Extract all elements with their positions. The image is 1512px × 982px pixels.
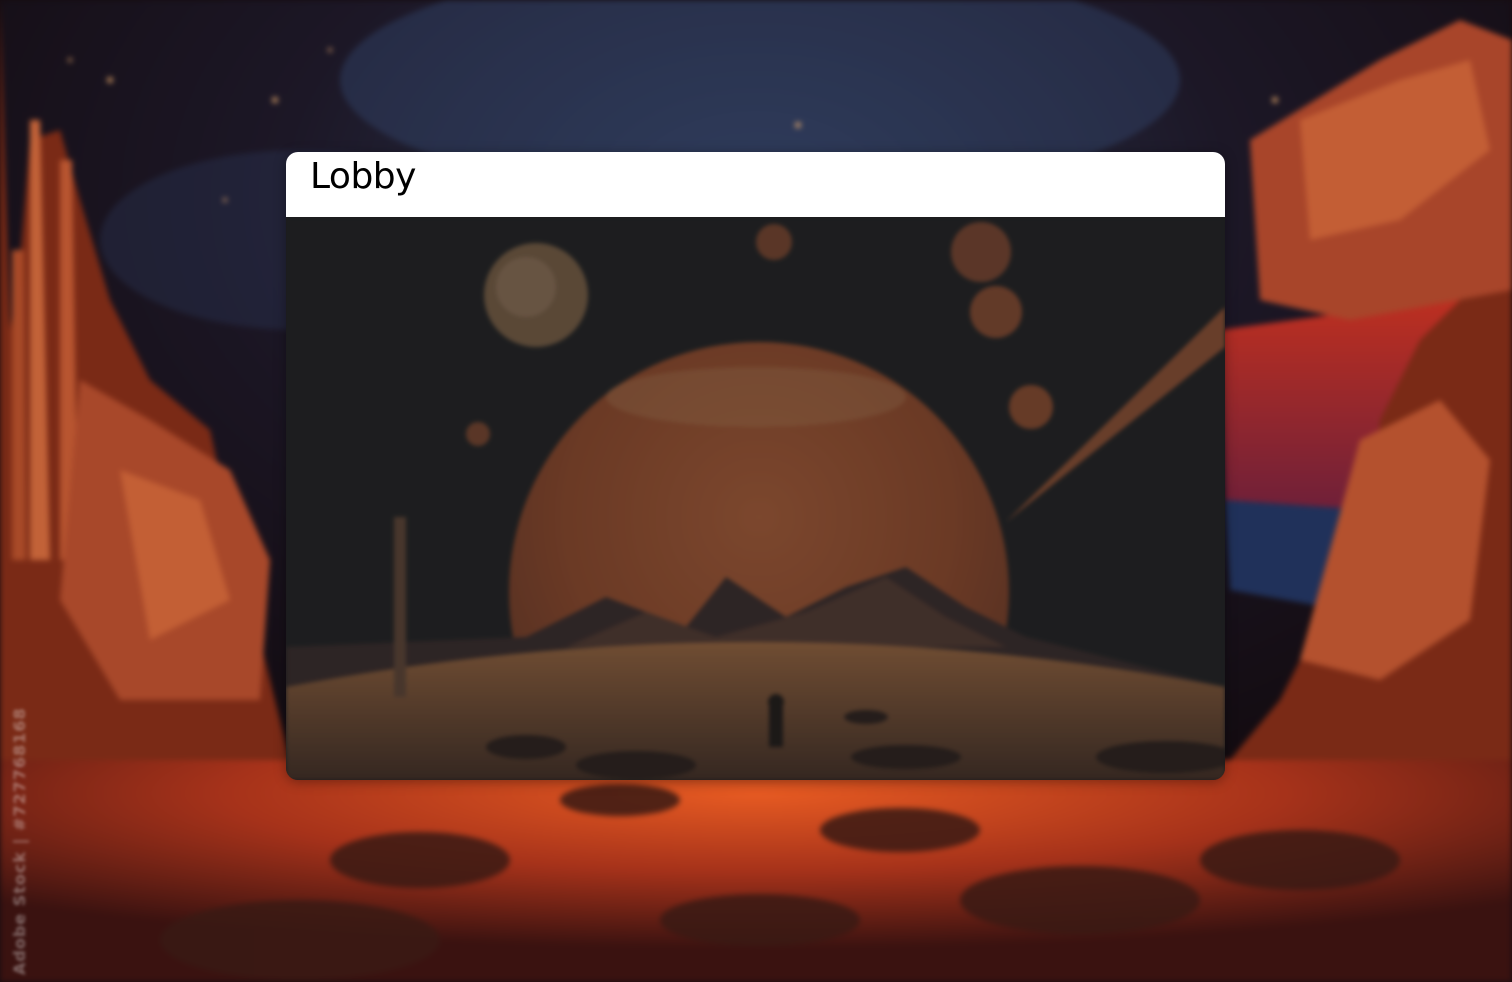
lobby-title: Lobby bbox=[310, 156, 416, 197]
lobby-scene bbox=[286, 217, 1225, 780]
lobby-header: Lobby bbox=[286, 152, 1225, 217]
lobby-window: Lobby bbox=[286, 152, 1225, 780]
stock-watermark: Adobe Stock | #727768168 bbox=[10, 707, 29, 975]
lobby-overlay bbox=[286, 217, 1225, 780]
